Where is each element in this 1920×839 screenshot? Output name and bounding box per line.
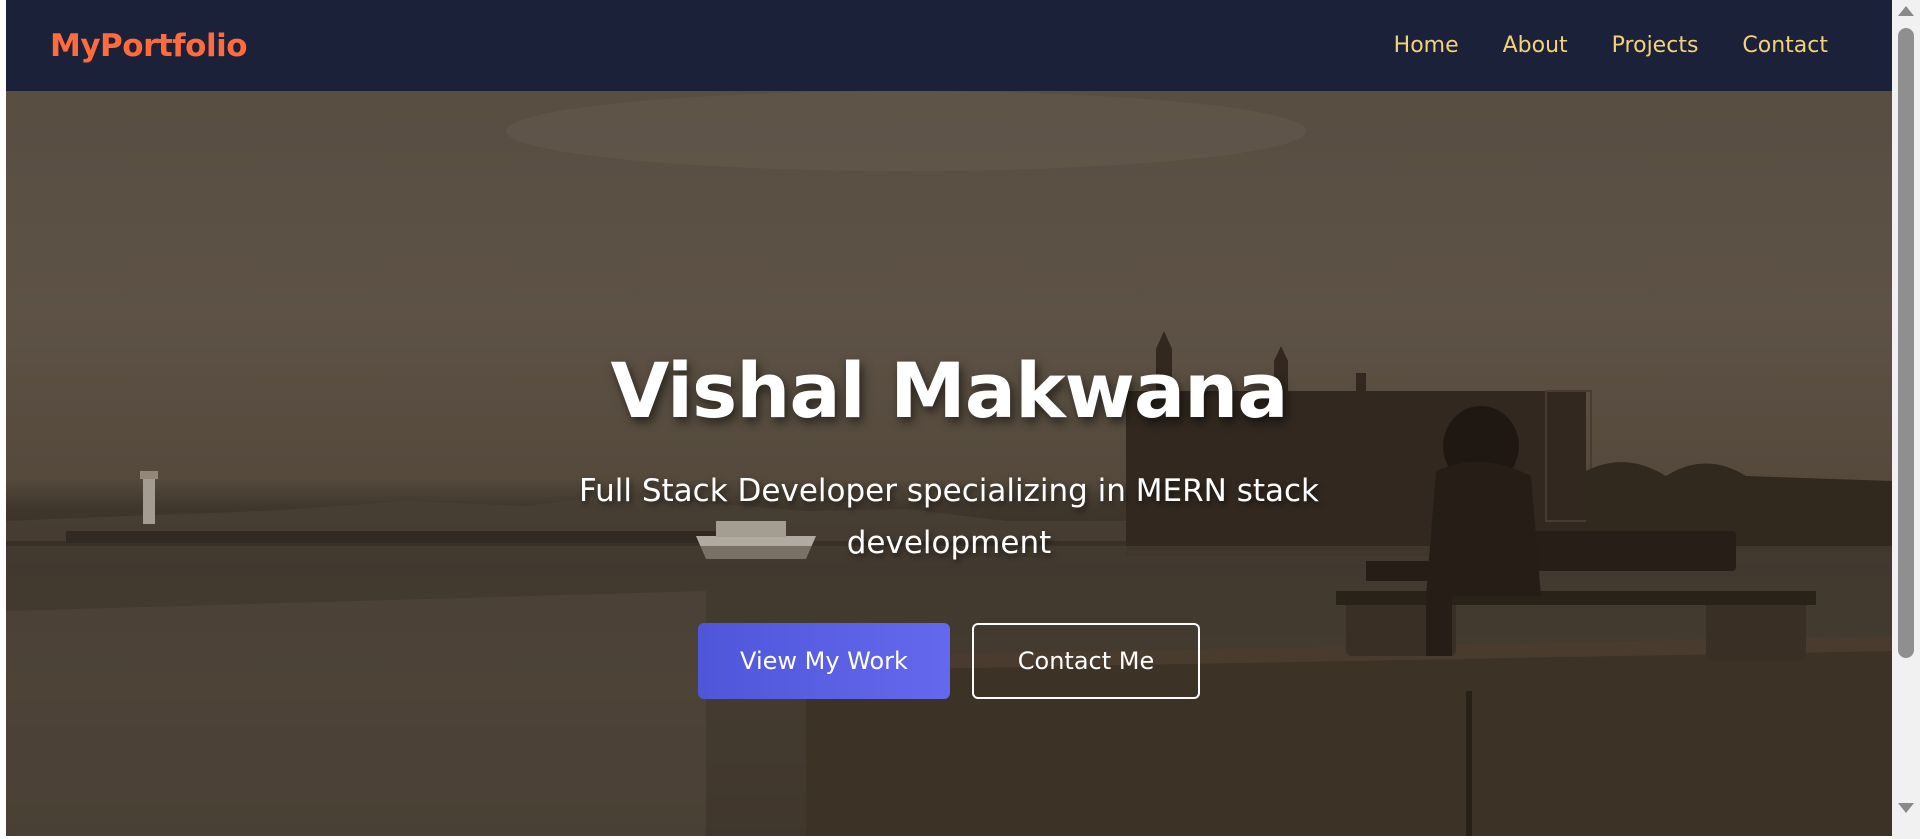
hero-content: Vishal Makwana Full Stack Developer spec… [6, 346, 1892, 699]
view-my-work-button[interactable]: View My Work [698, 623, 950, 699]
navbar: MyPortfolio Home About Projects Contact [6, 0, 1892, 91]
scroll-down-arrow-icon[interactable] [1898, 803, 1914, 813]
contact-me-button[interactable]: Contact Me [972, 623, 1200, 699]
hero-section: Vishal Makwana Full Stack Developer spec… [6, 91, 1892, 836]
hero-title: Vishal Makwana [610, 346, 1288, 435]
hero-buttons: View My Work Contact Me [6, 623, 1892, 699]
vertical-scrollbar[interactable] [1892, 0, 1920, 839]
nav-link-contact[interactable]: Contact [1742, 33, 1828, 58]
scroll-up-arrow-icon[interactable] [1898, 6, 1914, 16]
brand-logo[interactable]: MyPortfolio [50, 28, 248, 64]
hero-subtitle: Full Stack Developer specializing in MER… [578, 473, 1319, 561]
scrollbar-thumb[interactable] [1898, 28, 1914, 658]
browser-viewport: MyPortfolio Home About Projects Contact [6, 0, 1892, 836]
nav-link-home[interactable]: Home [1394, 33, 1459, 58]
main-nav: Home About Projects Contact [1394, 33, 1828, 58]
nav-link-projects[interactable]: Projects [1612, 33, 1699, 58]
nav-link-about[interactable]: About [1503, 33, 1568, 58]
